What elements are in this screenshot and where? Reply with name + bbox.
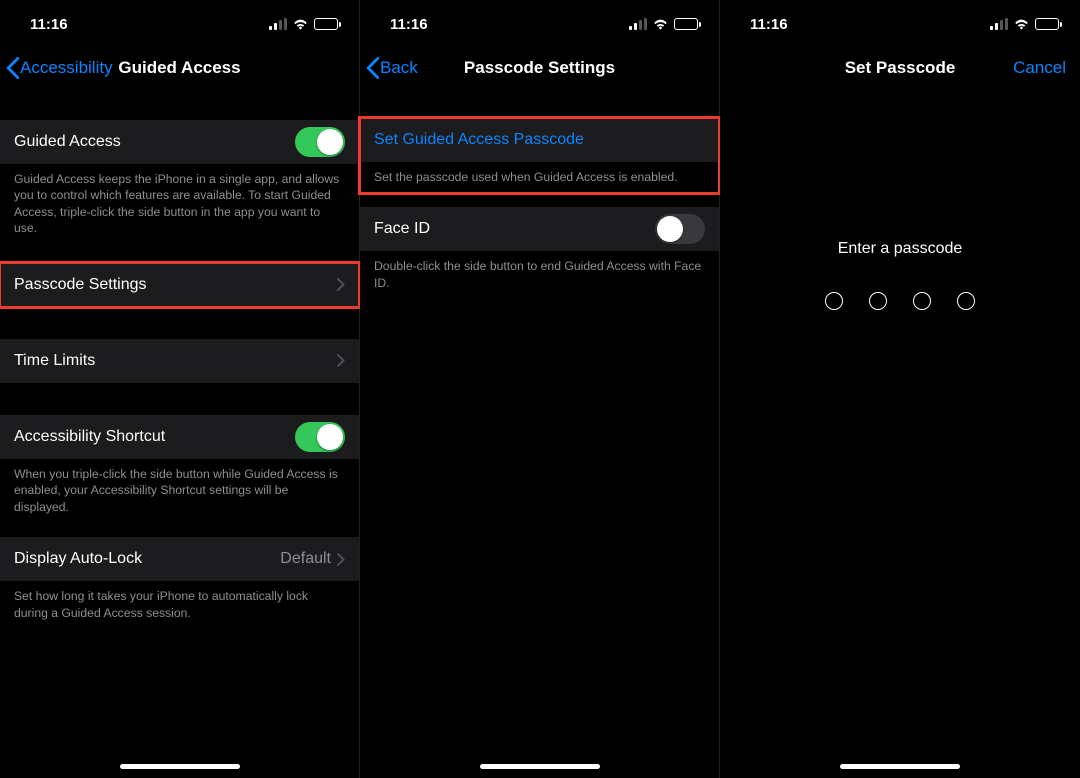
passcode-prompt: Enter a passcode	[720, 240, 1080, 258]
footer-text: Set how long it takes your iPhone to aut…	[0, 581, 359, 621]
back-label: Accessibility	[20, 58, 113, 78]
cell-signal-icon	[269, 18, 287, 30]
toggle-switch[interactable]	[295, 422, 345, 452]
nav-title: Set Passcode	[845, 58, 956, 78]
row-time-limits[interactable]: Time Limits	[0, 339, 359, 383]
home-indicator[interactable]	[480, 764, 600, 769]
status-time: 11:16	[30, 16, 68, 33]
battery-icon	[314, 18, 341, 30]
row-accessibility-shortcut[interactable]: Accessibility Shortcut	[0, 415, 359, 459]
battery-icon	[1035, 18, 1062, 30]
status-time: 11:16	[750, 16, 788, 33]
status-bar: 11:16	[720, 0, 1080, 40]
row-face-id-toggle[interactable]: Face ID	[360, 207, 719, 251]
row-guided-access-toggle[interactable]: Guided Access	[0, 120, 359, 164]
footer-text: When you triple-click the side button wh…	[0, 459, 359, 515]
row-label: Passcode Settings	[14, 276, 337, 294]
wifi-icon	[652, 18, 669, 30]
nav-bar: Accessibility Guided Access	[0, 46, 359, 90]
back-label: Back	[380, 58, 418, 78]
footer-text: Double-click the side button to end Guid…	[360, 251, 719, 291]
cell-signal-icon	[990, 18, 1008, 30]
row-label: Accessibility Shortcut	[14, 428, 295, 446]
status-time: 11:16	[390, 16, 428, 33]
toggle-switch[interactable]	[295, 127, 345, 157]
back-button[interactable]: Accessibility	[6, 46, 113, 90]
footer-text: Set the passcode used when Guided Access…	[360, 162, 719, 193]
screen-set-passcode: 11:16 Set Passcode Cancel Enter	[720, 0, 1080, 778]
passcode-dot	[913, 292, 931, 310]
screen-guided-access: 11:16 Accessibility	[0, 0, 360, 778]
chevron-right-icon	[337, 278, 345, 291]
row-label: Face ID	[374, 220, 655, 238]
wifi-icon	[292, 18, 309, 30]
row-value: Default	[280, 550, 331, 568]
row-passcode-settings[interactable]: Passcode Settings	[0, 263, 359, 307]
row-label: Time Limits	[14, 352, 337, 370]
footer-text: Guided Access keeps the iPhone in a sing…	[0, 164, 359, 237]
passcode-dot	[957, 292, 975, 310]
row-label: Guided Access	[14, 133, 295, 151]
cancel-button[interactable]: Cancel	[1013, 46, 1066, 90]
nav-title: Passcode Settings	[464, 58, 615, 78]
highlight-set-passcode: Set Guided Access Passcode Set the passc…	[360, 118, 719, 193]
passcode-dot	[825, 292, 843, 310]
chevron-left-icon	[366, 57, 380, 79]
battery-icon	[674, 18, 701, 30]
chevron-left-icon	[6, 57, 20, 79]
cancel-label: Cancel	[1013, 58, 1066, 78]
row-label: Set Guided Access Passcode	[374, 131, 705, 149]
row-label: Display Auto-Lock	[14, 550, 280, 568]
row-set-guided-access-passcode[interactable]: Set Guided Access Passcode	[360, 118, 719, 162]
row-display-auto-lock[interactable]: Display Auto-Lock Default	[0, 537, 359, 581]
nav-title: Guided Access	[118, 58, 240, 78]
cell-signal-icon	[629, 18, 647, 30]
chevron-right-icon	[337, 553, 345, 566]
home-indicator[interactable]	[120, 764, 240, 769]
home-indicator[interactable]	[840, 764, 960, 769]
screen-passcode-settings: 11:16 Back Passcode	[360, 0, 720, 778]
status-bar: 11:16	[0, 0, 359, 40]
nav-bar: Set Passcode Cancel	[720, 46, 1080, 90]
back-button[interactable]: Back	[366, 46, 418, 90]
passcode-dots	[720, 292, 1080, 310]
nav-bar: Back Passcode Settings	[360, 46, 719, 90]
wifi-icon	[1013, 18, 1030, 30]
toggle-switch[interactable]	[655, 214, 705, 244]
chevron-right-icon	[337, 354, 345, 367]
passcode-dot	[869, 292, 887, 310]
status-bar: 11:16	[360, 0, 719, 40]
